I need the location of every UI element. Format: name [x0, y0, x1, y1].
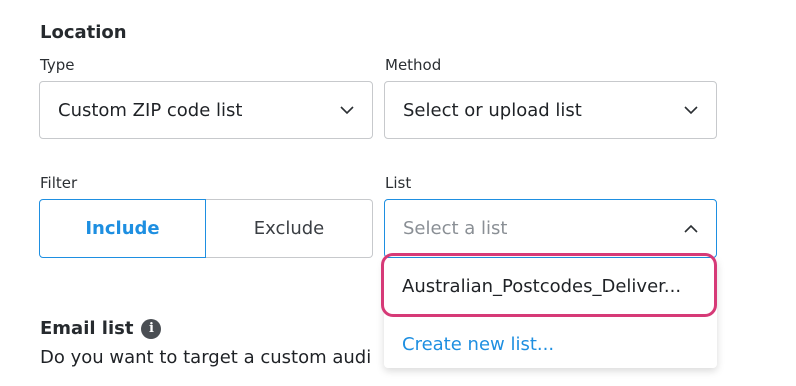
info-icon[interactable]: i	[141, 318, 162, 339]
method-label: Method	[385, 56, 442, 74]
email-list-title: Email list	[40, 318, 134, 339]
filter-exclude-button[interactable]: Exclude	[206, 199, 373, 258]
type-select-value: Custom ZIP code list	[58, 99, 243, 121]
option-highlight-ring	[381, 253, 717, 317]
create-new-list-link[interactable]: Create new list...	[384, 322, 717, 366]
list-dropdown-menu: Australian_Postcodes_Deliver... Create n…	[381, 253, 717, 368]
list-label: List	[385, 174, 412, 192]
location-section-title: Location	[40, 22, 127, 43]
chevron-down-icon	[682, 101, 700, 119]
list-select-placeholder: Select a list	[403, 218, 508, 239]
filter-include-button[interactable]: Include	[39, 199, 206, 258]
type-select[interactable]: Custom ZIP code list	[39, 81, 373, 139]
type-label: Type	[40, 56, 75, 74]
chevron-up-icon	[682, 220, 700, 238]
chevron-down-icon	[338, 101, 356, 119]
method-select[interactable]: Select or upload list	[384, 81, 717, 139]
method-select-value: Select or upload list	[403, 99, 582, 121]
list-select[interactable]: Select a list	[384, 199, 717, 258]
filter-label: Filter	[40, 174, 78, 192]
email-list-heading: Email list i	[40, 318, 162, 339]
email-list-description: Do you want to target a custom audi	[40, 347, 372, 368]
